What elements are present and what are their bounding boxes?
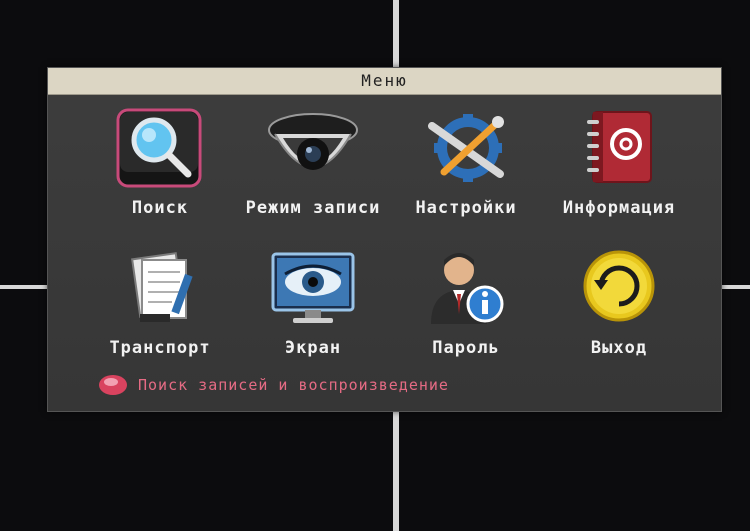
address-book-icon: [587, 111, 652, 183]
menu-title: Меню: [48, 68, 721, 95]
camera-dome-icon: [268, 113, 358, 170]
menu-label-screen: Экран: [284, 338, 342, 358]
dvr-screen: Меню Поиск Режим записи Настройки Информ…: [0, 0, 750, 531]
refresh-exit-icon: [583, 250, 655, 322]
notepad-icon: [131, 252, 193, 322]
menu-label-exit: Выход: [590, 338, 648, 358]
menu-item-settings[interactable]: Настройки: [391, 102, 541, 218]
menu-item-password[interactable]: Пароль: [391, 242, 541, 358]
user-info-icon: [431, 253, 504, 324]
menu-label-settings: Настройки: [415, 198, 517, 218]
pink-bullet-icon: [99, 375, 127, 395]
menu-label-password: Пароль: [432, 338, 500, 358]
menu-item-transport[interactable]: Транспорт: [85, 242, 235, 358]
main-menu-window: Меню Поиск Режим записи Настройки Информ…: [47, 67, 722, 412]
tools-icon: [428, 114, 504, 182]
status-hint: Поиск записей и воспроизведение: [98, 374, 449, 396]
search-icon: [116, 108, 202, 188]
status-hint-text: Поиск записей и воспроизведение: [138, 376, 449, 394]
menu-item-exit[interactable]: Выход: [544, 242, 694, 358]
monitor-eye-icon: [271, 252, 355, 323]
menu-label-search: Поиск: [131, 198, 189, 218]
menu-label-info: Информация: [562, 198, 676, 218]
menu-item-info[interactable]: Информация: [544, 102, 694, 218]
menu-item-screen[interactable]: Экран: [238, 242, 388, 358]
menu-item-record-mode[interactable]: Режим записи: [238, 102, 388, 218]
menu-label-record-mode: Режим записи: [245, 198, 381, 218]
menu-label-transport: Транспорт: [109, 338, 211, 358]
menu-item-search[interactable]: Поиск: [85, 102, 235, 218]
